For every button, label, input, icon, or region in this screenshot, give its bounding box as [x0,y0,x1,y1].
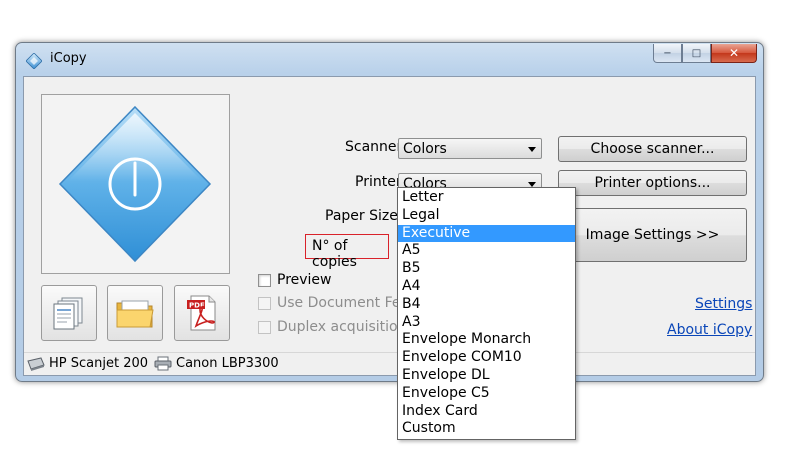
status-bar: HP Scanjet 200 Canon LBP3300 [24,352,755,375]
scanner-label: Scanner [345,139,403,155]
duplex-checkbox-label: Duplex acquisition [277,319,407,335]
documents-icon [53,297,83,330]
settings-link[interactable]: Settings [695,296,752,312]
dropdown-option[interactable]: Executive [398,224,575,243]
close-icon: ✕ [728,46,740,60]
minimize-button[interactable]: − [653,44,682,63]
printer-icon [154,356,172,371]
maximize-icon: □ [691,47,702,59]
preview-checkbox-box[interactable] [258,273,271,287]
copy-documents-button[interactable] [41,285,97,341]
preview-checkbox[interactable]: Preview [258,272,332,288]
chevron-down-icon [528,147,536,152]
window-title: iCopy [50,51,87,66]
printer-label: Printer [355,174,402,190]
dropdown-option[interactable]: A3 [398,314,575,332]
scanner-select-value: Colors [403,141,447,157]
scanner-select[interactable]: Colors [398,138,542,159]
duplex-checkbox[interactable]: Duplex acquisition [258,319,406,335]
diamond-icon [26,53,42,69]
dropdown-option[interactable]: Custom [398,420,575,438]
status-printer: Canon LBP3300 [154,356,279,371]
window-controls: − □ ✕ [653,44,757,63]
save-folder-button[interactable] [107,285,163,341]
close-button[interactable]: ✕ [711,44,757,63]
pdf-button[interactable]: PDF [174,285,230,341]
paper-size-dropdown-list[interactable]: Letter Legal Executive A5 B5 A4 B4 A3 Envelope M… [397,187,576,440]
preview-checkbox-label: Preview [277,272,332,288]
duplex-checkbox-box[interactable] [258,320,271,334]
copies-highlight-box: N° of copies [305,234,389,270]
dropdown-option[interactable]: Envelope DL [398,367,575,385]
title-bar[interactable]: iCopy − □ ✕ [16,43,763,76]
status-scanner: HP Scanjet 200 [27,356,148,371]
app-window: iCopy − □ ✕ PDF Scanner Printer Paper Si… [15,42,764,382]
dropdown-option[interactable]: A4 [398,278,575,296]
dropdown-option[interactable]: Envelope Monarch [398,331,575,349]
dropdown-option[interactable]: Envelope COM10 [398,349,575,367]
choose-scanner-button[interactable]: Choose scanner... [558,136,747,162]
printer-options-button[interactable]: Printer options... [558,170,747,196]
power-icon [58,105,212,263]
dropdown-option[interactable]: B4 [398,296,575,314]
maximize-button[interactable]: □ [682,44,711,63]
scanner-icon [27,356,45,371]
dropdown-option[interactable]: B5 [398,260,575,278]
status-printer-label: Canon LBP3300 [176,356,279,371]
client-area: PDF Scanner Printer Paper Size Colors Co… [23,76,756,376]
dropdown-option[interactable]: Envelope C5 [398,385,575,403]
pdf-icon: PDF [187,295,216,331]
folder-icon [116,300,154,328]
document-feeder-checkbox-box[interactable] [258,296,271,310]
dropdown-option[interactable]: A5 [398,242,575,260]
copies-label: N° of copies [312,238,357,270]
paper-size-label: Paper Size [325,208,398,224]
dropdown-option[interactable]: Letter [398,189,575,207]
about-link[interactable]: About iCopy [667,322,752,338]
preview-panel [41,94,230,274]
minimize-icon: − [663,47,672,59]
image-settings-button[interactable]: Image Settings >> [558,208,747,262]
status-scanner-label: HP Scanjet 200 [49,356,149,371]
dropdown-option[interactable]: Index Card [398,403,575,421]
dropdown-option[interactable]: Legal [398,207,575,225]
